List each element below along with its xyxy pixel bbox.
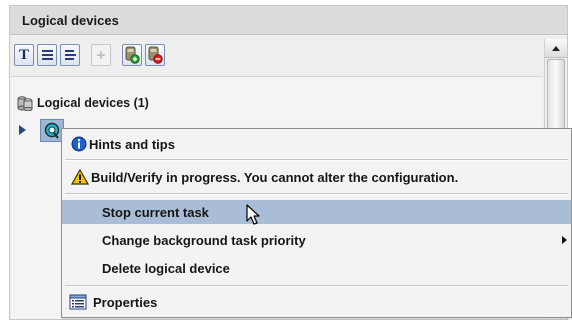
tree-view-button[interactable]: T: [14, 44, 34, 66]
menu-separator: [65, 285, 568, 287]
tree-view-glyph: T: [18, 46, 29, 63]
menu-item-label: Change background task priority: [102, 232, 306, 248]
device-add-icon: [125, 46, 140, 64]
expand-arrow-icon[interactable]: [19, 125, 26, 135]
menu-item-label: Delete logical device: [102, 260, 230, 276]
add-button[interactable]: +: [91, 44, 111, 66]
menu-item-build-verify-warning: Build/Verify in progress. You cannot alt…: [62, 165, 571, 189]
menu-item-label: Build/Verify in progress. You cannot alt…: [91, 169, 459, 185]
mouse-cursor-icon: [246, 204, 260, 225]
detail-list-icon: [64, 50, 76, 60]
menu-item-label: Stop current task: [102, 204, 209, 220]
detail-view-button[interactable]: [60, 44, 80, 66]
scroll-up-arrow-icon[interactable]: [545, 39, 567, 58]
list-view-button[interactable]: [37, 44, 57, 66]
menu-item-delete-logical-device[interactable]: Delete logical device: [62, 256, 571, 280]
menu-item-hints-and-tips[interactable]: Hints and tips: [62, 132, 571, 156]
submenu-arrow-icon: [562, 236, 567, 244]
menu-item-label: Hints and tips: [89, 136, 175, 152]
menu-item-stop-current-task[interactable]: Stop current task: [62, 200, 571, 224]
menu-separator: [65, 159, 568, 161]
list-icon: [41, 50, 53, 60]
tree-root-node[interactable]: Logical devices (1): [16, 95, 149, 111]
device-remove-icon: [148, 46, 163, 64]
menu-item-properties[interactable]: Properties: [62, 290, 571, 314]
devices-group-icon: [17, 96, 33, 111]
warning-icon: [71, 169, 89, 185]
menu-separator: [65, 193, 568, 195]
plus-icon: +: [96, 46, 106, 64]
toolbar: T +: [14, 39, 168, 71]
logical-device-icon: [44, 122, 60, 139]
add-device-button[interactable]: [122, 44, 142, 66]
info-icon: [71, 136, 87, 152]
menu-item-label: Properties: [93, 294, 158, 310]
properties-icon: [69, 294, 87, 310]
context-menu: Hints and tips Build/Verify in progress.…: [61, 128, 572, 318]
tree-root-label: Logical devices (1): [37, 96, 149, 110]
menu-item-change-background-task-priority[interactable]: Change background task priority: [62, 228, 571, 252]
remove-device-button[interactable]: [145, 44, 165, 66]
panel-title: Logical devices: [10, 6, 567, 35]
